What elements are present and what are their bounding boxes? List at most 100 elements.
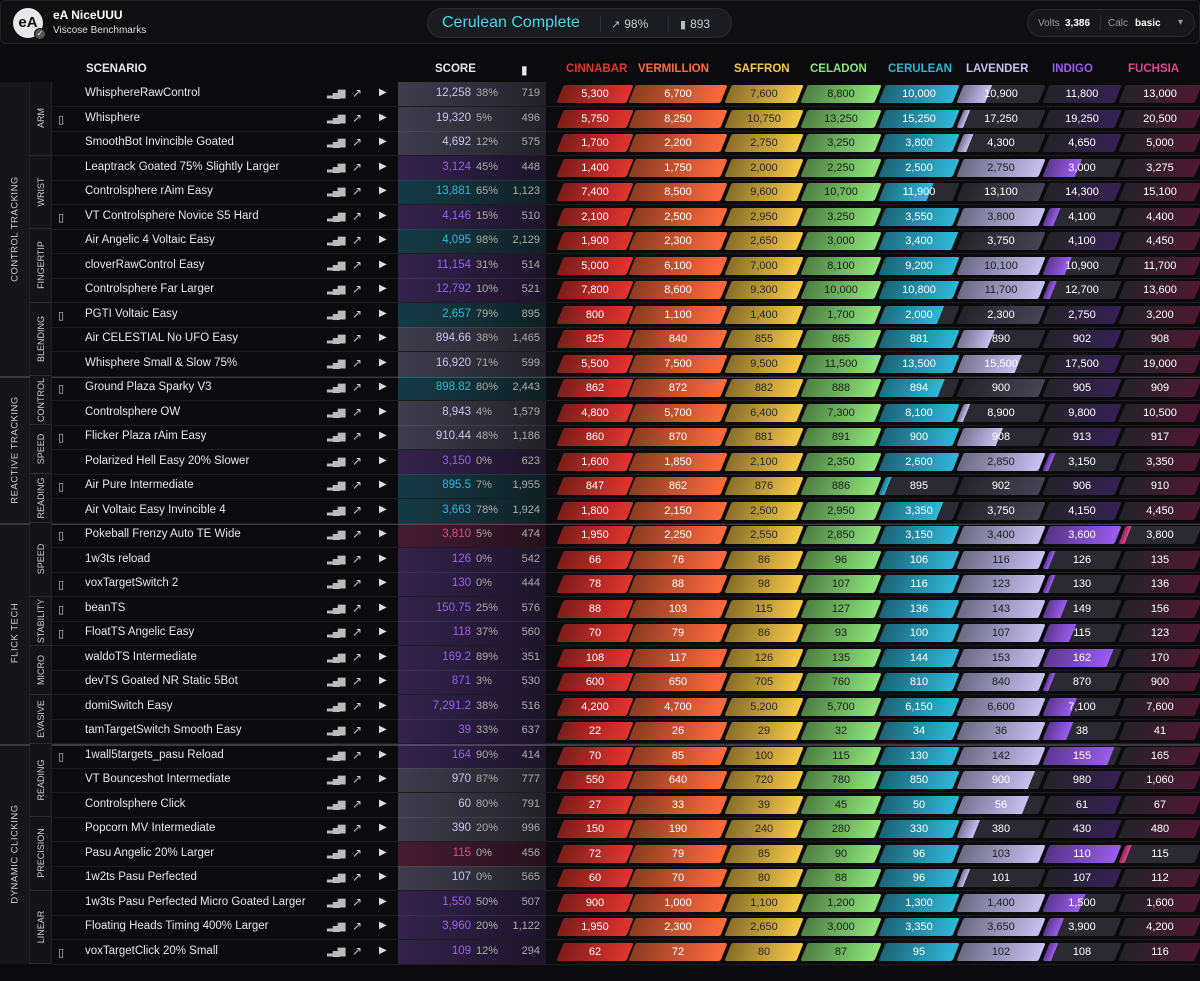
play-icon[interactable]: ▶ xyxy=(379,896,387,907)
scenario-name[interactable]: FloatTS Angelic Easy xyxy=(85,626,194,638)
scenario-name[interactable]: beanTS xyxy=(85,602,125,614)
table-row[interactable]: Pasu Angelic 20% Larger ▂▄▆ ↗ ▶ 115 0% 456 72 79… xyxy=(0,841,1200,867)
table-row[interactable]: Controlsphere Click ▂▄▆ ↗ ▶ 60 80% 791 27 33 39 45… xyxy=(0,792,1200,818)
play-icon[interactable]: ▶ xyxy=(379,185,387,196)
trend-chart-icon[interactable]: ↗ xyxy=(352,331,362,345)
play-icon[interactable]: ▶ xyxy=(379,381,387,392)
play-icon[interactable]: ▶ xyxy=(379,920,387,931)
table-row[interactable]: devTS Goated NR Static 5Bot ▂▄▆ ↗ ▶ 871 3% 530… xyxy=(0,670,1200,695)
leaderboard-icon[interactable]: ▂▄▆ xyxy=(327,309,346,320)
scenario-name[interactable]: Whisphere xyxy=(85,112,140,124)
leaderboard-icon[interactable]: ▂▄▆ xyxy=(327,603,346,614)
trend-chart-icon[interactable]: ↗ xyxy=(352,699,362,713)
table-row[interactable]: Polarized Hell Easy 20% Slower ▂▄▆ ↗ ▶ 3,150… xyxy=(0,449,1200,475)
book-icon[interactable]: ▯ xyxy=(58,382,71,395)
book-icon[interactable]: ▯ xyxy=(58,750,71,763)
leaderboard-icon[interactable]: ▂▄▆ xyxy=(327,799,346,810)
play-icon[interactable]: ▶ xyxy=(379,455,387,466)
play-icon[interactable]: ▶ xyxy=(379,847,387,858)
scenario-name[interactable]: VT Controlsphere Novice S5 Hard xyxy=(85,210,259,222)
trend-chart-icon[interactable]: ↗ xyxy=(352,625,362,639)
table-row[interactable]: ▯ Whisphere ▂▄▆ ↗ ▶ 19,320 5% 496 5,750 8,250 10,7… xyxy=(0,106,1200,132)
table-row[interactable]: cloverRawControl Easy ▂▄▆ ↗ ▶ 11,154 31% 514 5,… xyxy=(0,253,1200,279)
table-row[interactable]: ▯ 1wall5targets_pasu Reload ▂▄▆ ↗ ▶ 164 90% 414… xyxy=(0,743,1200,769)
trend-chart-icon[interactable]: ↗ xyxy=(352,723,362,737)
book-icon[interactable]: ▯ xyxy=(58,603,71,616)
play-icon[interactable]: ▶ xyxy=(379,577,387,588)
book-icon[interactable]: ▯ xyxy=(58,211,71,224)
trend-chart-icon[interactable]: ↗ xyxy=(352,307,362,321)
trend-chart-icon[interactable]: ↗ xyxy=(352,944,362,958)
scenario-name[interactable]: Pokeball Frenzy Auto TE Wide xyxy=(85,528,241,540)
play-icon[interactable]: ▶ xyxy=(379,332,387,343)
scenario-name[interactable]: Air Voltaic Easy Invincible 4 xyxy=(85,504,226,516)
book-icon[interactable]: ▯ xyxy=(58,627,71,640)
table-row[interactable]: ▯ VT Controlsphere Novice S5 Hard ▂▄▆ ↗ ▶ 4,1… xyxy=(0,204,1200,230)
leaderboard-icon[interactable]: ▂▄▆ xyxy=(327,750,346,761)
leaderboard-icon[interactable]: ▂▄▆ xyxy=(327,774,346,785)
scenario-name[interactable]: Controlsphere rAim Easy xyxy=(85,185,213,197)
leaderboard-icon[interactable]: ▂▄▆ xyxy=(327,897,346,908)
table-row[interactable]: VT Bounceshot Intermediate ▂▄▆ ↗ ▶ 970 87% 777… xyxy=(0,768,1200,793)
trend-chart-icon[interactable]: ↗ xyxy=(352,111,362,125)
leaderboard-icon[interactable]: ▂▄▆ xyxy=(327,505,346,516)
leaderboard-icon[interactable]: ▂▄▆ xyxy=(327,578,346,589)
trend-chart-icon[interactable]: ↗ xyxy=(352,503,362,517)
table-row[interactable]: 1w2ts Pasu Perfected ▂▄▆ ↗ ▶ 107 0% 565 60 70 80 8… xyxy=(0,866,1200,891)
table-row[interactable]: 1w3ts reload ▂▄▆ ↗ ▶ 126 0% 542 66 76 86 96 106 116 1… xyxy=(0,547,1200,573)
play-icon[interactable]: ▶ xyxy=(379,798,387,809)
play-icon[interactable]: ▶ xyxy=(379,308,387,319)
leaderboard-icon[interactable]: ▂▄▆ xyxy=(327,113,346,124)
scenario-name[interactable]: voxTargetSwitch 2 xyxy=(85,577,178,589)
leaderboard-icon[interactable]: ▂▄▆ xyxy=(327,554,346,565)
play-icon[interactable]: ▶ xyxy=(379,136,387,147)
trend-chart-icon[interactable]: ↗ xyxy=(352,870,362,884)
leaderboard-icon[interactable]: ▂▄▆ xyxy=(327,88,346,99)
play-icon[interactable]: ▶ xyxy=(379,945,387,956)
book-icon[interactable]: ▯ xyxy=(58,309,71,322)
table-row[interactable]: ▯ FloatTS Angelic Easy ▂▄▆ ↗ ▶ 118 37% 560 70 79 8… xyxy=(0,621,1200,646)
table-row[interactable]: SmoothBot Invincible Goated ▂▄▆ ↗ ▶ 4,692 12%… xyxy=(0,131,1200,156)
play-icon[interactable]: ▶ xyxy=(379,504,387,515)
table-row[interactable]: domiSwitch Easy ▂▄▆ ↗ ▶ 7,291.2 38% 516 4,200 4,… xyxy=(0,694,1200,720)
leaderboard-icon[interactable]: ▂▄▆ xyxy=(327,652,346,663)
trend-chart-icon[interactable]: ↗ xyxy=(352,674,362,688)
leaderboard-icon[interactable]: ▂▄▆ xyxy=(327,676,346,687)
trend-chart-icon[interactable]: ↗ xyxy=(352,160,362,174)
scenario-name[interactable]: 1w3ts reload xyxy=(85,553,150,565)
table-row[interactable]: ▯ PGTI Voltaic Easy ▂▄▆ ↗ ▶ 2,657 79% 895 800 1,1… xyxy=(0,302,1200,328)
leaderboard-icon[interactable]: ▂▄▆ xyxy=(327,162,346,173)
scenario-name[interactable]: devTS Goated NR Static 5Bot xyxy=(85,675,238,687)
trend-chart-icon[interactable]: ↗ xyxy=(352,454,362,468)
table-row[interactable]: waldoTS Intermediate ▂▄▆ ↗ ▶ 169.2 89% 351 108 1… xyxy=(0,645,1200,671)
trend-chart-icon[interactable]: ↗ xyxy=(352,135,362,149)
play-icon[interactable]: ▶ xyxy=(379,259,387,270)
trend-chart-icon[interactable]: ↗ xyxy=(352,650,362,664)
username[interactable]: eA NiceUUU xyxy=(53,8,123,22)
scenario-name[interactable]: Polarized Hell Easy 20% Slower xyxy=(85,455,249,467)
table-row[interactable]: Leaptrack Goated 75% Slightly Larger ▂▄▆ ↗… xyxy=(0,155,1200,181)
table-row[interactable]: Popcorn MV Intermediate ▂▄▆ ↗ ▶ 390 20% 996 150… xyxy=(0,817,1200,842)
play-icon[interactable]: ▶ xyxy=(379,406,387,417)
trend-chart-icon[interactable]: ↗ xyxy=(352,748,362,762)
trend-chart-icon[interactable]: ↗ xyxy=(352,380,362,394)
table-row[interactable]: Air Voltaic Easy Invincible 4 ▂▄▆ ↗ ▶ 3,663 7… xyxy=(0,498,1200,524)
scenario-name[interactable]: tamTargetSwitch Smooth Easy xyxy=(85,724,242,736)
scenario-name[interactable]: Air Angelic 4 Voltaic Easy xyxy=(85,234,215,246)
trend-chart-icon[interactable]: ↗ xyxy=(352,576,362,590)
play-icon[interactable]: ▶ xyxy=(379,871,387,882)
play-icon[interactable]: ▶ xyxy=(379,430,387,441)
trend-chart-icon[interactable]: ↗ xyxy=(352,86,362,100)
table-row[interactable]: ▯ Pokeball Frenzy Auto TE Wide ▂▄▆ ↗ ▶ 3,810 5… xyxy=(0,523,1200,548)
leaderboard-icon[interactable]: ▂▄▆ xyxy=(327,627,346,638)
leaderboard-icon[interactable]: ▂▄▆ xyxy=(327,823,346,834)
play-icon[interactable]: ▶ xyxy=(379,724,387,735)
leaderboard-icon[interactable]: ▂▄▆ xyxy=(327,358,346,369)
trend-chart-icon[interactable]: ↗ xyxy=(352,527,362,541)
table-row[interactable]: ▯ voxTargetSwitch 2 ▂▄▆ ↗ ▶ 130 0% 444 78 88 98 107… xyxy=(0,572,1200,597)
leaderboard-icon[interactable]: ▂▄▆ xyxy=(327,921,346,932)
leaderboard-icon[interactable]: ▂▄▆ xyxy=(327,480,346,491)
leaderboard-icon[interactable]: ▂▄▆ xyxy=(327,333,346,344)
scenario-name[interactable]: Popcorn MV Intermediate xyxy=(85,822,215,834)
play-icon[interactable]: ▶ xyxy=(379,210,387,221)
